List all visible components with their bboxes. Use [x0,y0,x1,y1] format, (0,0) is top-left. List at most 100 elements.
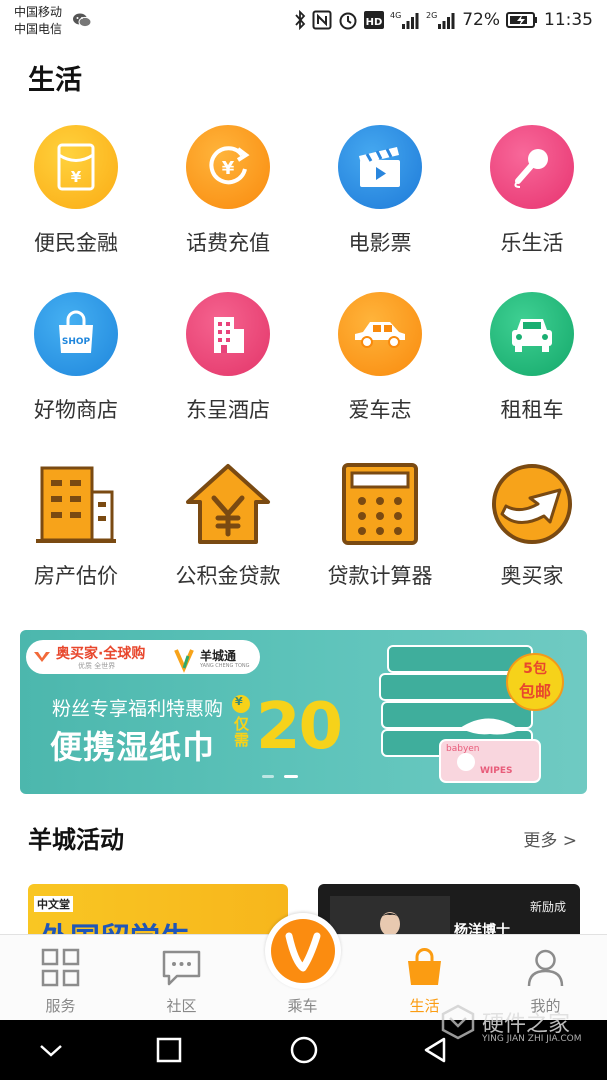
service-property-valuation[interactable]: 房产估价 [0,458,152,618]
shop-icon-text: SHOP [62,337,91,347]
brand-aomaijia: 奥买家·全球购 [56,646,146,662]
microphone-icon [514,149,548,188]
service-label: 公积金贷款 [175,564,281,588]
service-label: 话费充值 [186,231,270,255]
service-phone-recharge[interactable]: ¥ 话费充值 [152,125,304,285]
svg-text:¥: ¥ [222,158,235,179]
carrier-2: 中国电信 [14,22,63,36]
carrier-info: 中国移动 中国电信 [14,4,62,38]
banner-price-yen: ¥ [235,695,243,708]
home-circle-icon[interactable] [289,1035,319,1065]
tab-community[interactable]: 社区 [121,935,242,1021]
service-icon-bg: ¥ [34,125,118,209]
service-happy-life[interactable]: 乐生活 [456,125,607,285]
service-loan-calculator[interactable]: 贷款计算器 [304,458,456,618]
wechat-icon [73,13,92,28]
service-icon-bg: SHOP [34,292,118,376]
badge-line-2: 包邮 [518,682,551,701]
service-label: 房产估价 [34,564,118,588]
service-car-rental[interactable]: 租租车 [456,292,607,452]
service-car-magazine[interactable]: 爱车志 [304,292,456,452]
service-icon-bg [486,458,578,550]
service-icon-bg [338,292,422,376]
recents-square-icon[interactable] [155,1036,183,1064]
more-link[interactable]: 更多 > [523,826,577,851]
brand-aomaijia-sub: 优质 全世界 [78,662,116,670]
svg-text:HD: HD [366,17,383,28]
tab-label: 乘车 [287,997,318,1015]
card-logo: 新励成 [530,900,567,914]
service-goods-store[interactable]: SHOP 好物商店 [0,292,152,452]
watermark-subtitle: YING JIAN ZHI JIA.COM [482,1034,582,1044]
calculator-icon [342,463,418,545]
service-label: 奥买家 [500,564,564,588]
red-envelope-yen-icon: ¥ [57,143,95,191]
tab-label: 服务 [45,997,76,1015]
brand-yangchengtong: 羊城通 [200,649,237,663]
banner-headline: 便携湿纸巾 [50,728,216,766]
promo-banner[interactable]: 奥买家·全球购 优质 全世界 羊城通 YANG CHENG TONG 粉丝专享福… [20,630,587,794]
service-icon-bg [334,458,426,550]
service-icon-bg [30,458,122,550]
svg-text:¥: ¥ [71,168,82,186]
alarm-icon [339,12,357,30]
arrow-circle-logo-icon [492,464,572,544]
service-icon-bg [490,125,574,209]
service-icon-bg [182,458,274,550]
card-logo: 中文堂 [34,896,73,912]
bag-icon [408,948,441,985]
tab-ride[interactable]: 乘车 [242,913,363,1021]
watermark-logo-icon [441,1004,475,1040]
service-label: 租租车 [500,398,564,422]
banner-price: 20 [256,690,343,764]
person-icon [527,949,564,987]
pager-dot-active [284,775,298,778]
service-provident-fund-loan[interactable]: 公积金贷款 [152,458,304,618]
system-nav-bar: 硬件之家 YING JIAN ZHI JIA.COM [0,1004,607,1080]
banner-price-prefix: 仅需 [234,715,250,749]
bluetooth-icon [295,10,306,30]
battery-percent: 72% [462,10,500,30]
carrier-1: 中国移动 [14,5,63,19]
brand-yangchengtong-sub: YANG CHENG TONG [200,663,250,669]
service-convenience-finance[interactable]: ¥ 便民金融 [0,125,152,285]
service-icon-bg [490,292,574,376]
service-aomaijia[interactable]: 奥买家 [456,458,607,618]
service-movie-ticket[interactable]: 电影票 [304,125,456,285]
grid-icon [41,948,80,987]
banner-product-word: WIPES [480,766,513,776]
pager-dot [262,775,274,778]
chevron-down-icon[interactable] [37,1040,65,1060]
status-icons: HD 4G 2G 72% 11:35 [294,8,593,32]
service-dongcheng-hotel[interactable]: 东呈酒店 [152,292,304,452]
service-label: 东呈酒店 [186,398,270,422]
yen-refresh-icon: ¥ [209,146,250,185]
v-logo-icon [271,919,335,983]
nfc-icon [312,10,332,30]
banner-product-brand: babyen [446,744,480,754]
status-bar: 中国移动 中国电信 HD 4G 2G 72% 11:35 [0,0,607,44]
signal-4g-icon: 4G [390,11,419,29]
car-side-icon [355,322,405,348]
service-icon-bg [338,125,422,209]
service-label: 便民金融 [34,231,118,255]
battery-charging-icon [506,12,537,28]
svg-text:4G: 4G [390,11,401,20]
service-label: 贷款计算器 [327,564,433,588]
signal-2g-icon: 2G [426,11,455,29]
service-icon-bg: ¥ [186,125,270,209]
shopping-bag-icon: SHOP [59,310,93,353]
svg-text:2G: 2G [426,11,437,20]
tab-label: 社区 [166,997,197,1015]
car-front-icon [512,319,552,352]
back-triangle-icon[interactable] [422,1036,450,1064]
banner-subheadline: 粉丝专享福利特惠购 [52,698,224,720]
service-icon-bg [186,292,270,376]
badge-line-1: 5包 [523,661,547,677]
house-yen-icon [186,464,270,544]
buildings-icon [36,466,116,543]
tab-services[interactable]: 服务 [0,935,121,1021]
service-label: 爱车志 [348,398,412,422]
service-label: 电影票 [348,231,412,255]
service-label: 乐生活 [500,231,564,255]
